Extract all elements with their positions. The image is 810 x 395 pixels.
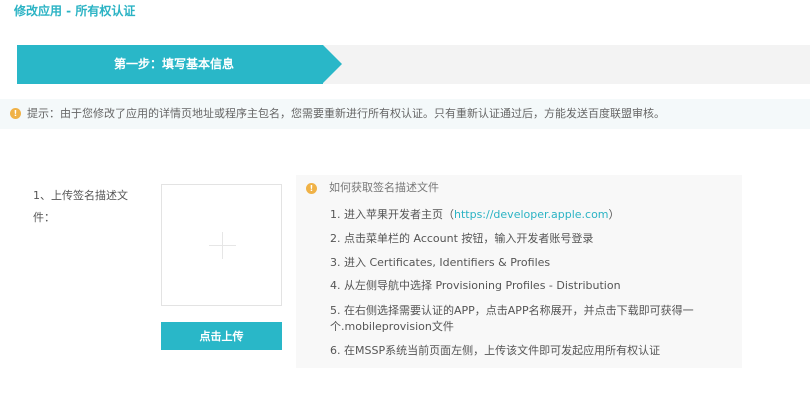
- help-step-1: 1. 进入苹果开发者主页（https://developer.apple.com…: [330, 207, 620, 223]
- plus-icon-vertical: [222, 232, 223, 259]
- help-title: 如何获取签名描述文件: [329, 181, 439, 194]
- notice-text: 提示：由于您修改了应用的详情页地址或程序主包名，您需要重新进行所有权认证。只有重…: [27, 107, 665, 120]
- upload-dropzone[interactable]: [161, 184, 282, 306]
- upload-button[interactable]: 点击上传: [161, 322, 282, 350]
- help-step-5: 5. 在右侧选择需要认证的APP，点击APP名称展开，并点击下载即可获得一个.m…: [330, 304, 694, 333]
- help-step-4: 4. 从左侧导航中选择 Provisioning Profiles - Dist…: [330, 279, 621, 292]
- step-label: 第一步：填写基本信息: [113, 57, 234, 71]
- help-step-1-prefix: 1. 进入苹果开发者主页（: [330, 208, 454, 221]
- upload-field-label: 1、上传签名描述文件：: [33, 189, 128, 224]
- notice-banner: ! 提示：由于您修改了应用的详情页地址或程序主包名，您需要重新进行所有权认证。只…: [0, 99, 810, 129]
- step-bar: 第一步：填写基本信息: [17, 45, 810, 84]
- info-icon: !: [10, 108, 21, 119]
- help-panel: ! 如何获取签名描述文件 1. 进入苹果开发者主页（https://develo…: [296, 175, 742, 368]
- help-step-6: 6. 在MSSP系统当前页面左侧，上传该文件即可发起应用所有权认证: [330, 344, 661, 357]
- help-step-2: 2. 点击菜单栏的 Account 按钮，输入开发者账号登录: [330, 232, 594, 245]
- info-icon: !: [306, 183, 317, 194]
- help-step-3: 3. 进入 Certificates, Identifiers & Profil…: [330, 256, 551, 269]
- apple-developer-link[interactable]: https://developer.apple.com: [454, 208, 609, 221]
- page-title: 修改应用 - 所有权认证: [14, 4, 136, 18]
- help-step-1-suffix: ）: [608, 208, 620, 221]
